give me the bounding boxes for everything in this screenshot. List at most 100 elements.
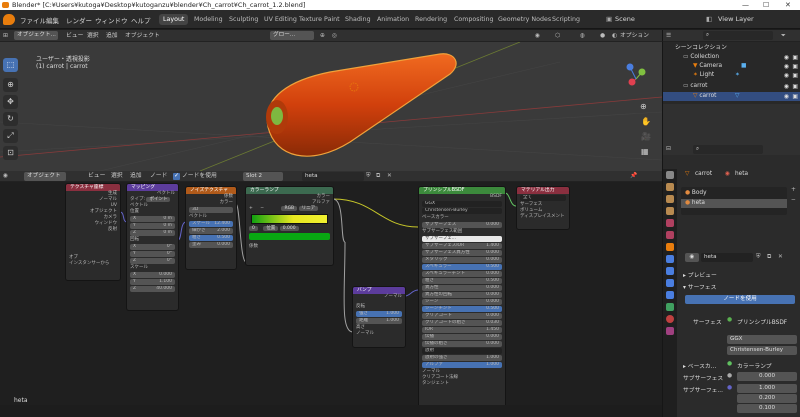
bsdf-input-row[interactable]: シーンチント 0.500 — [422, 306, 502, 312]
noise-detail-field[interactable]: 細かさ 2.000 — [189, 228, 233, 234]
tab-rendering[interactable]: Rendering — [411, 14, 451, 25]
node-object-dropdown[interactable]: オブジェクト — [24, 172, 66, 181]
pin-icon[interactable]: 📌 — [630, 172, 637, 181]
object-mode-dropdown[interactable]: オブジェクト... — [14, 31, 58, 40]
output-target-dropdown[interactable]: 全て — [520, 195, 566, 201]
preview-panel-toggle[interactable]: ▸ プレビュー — [683, 270, 717, 279]
scene-tab-icon[interactable] — [666, 219, 674, 227]
surface-panel-toggle[interactable]: ▾ サーフェス — [683, 282, 716, 291]
outliner-item-collection[interactable]: ▭ Collection ◉ ▣ — [663, 53, 800, 62]
sss-value-field[interactable]: 0.000 — [737, 372, 797, 381]
add-stop-icon[interactable]: + — [249, 206, 253, 211]
bsdf-input-row[interactable]: スペキュラーチント 0.000 — [422, 271, 502, 277]
close-button[interactable]: ✕ — [785, 0, 791, 10]
surface-shader-value[interactable]: プリンシプルBSDF — [737, 317, 787, 326]
ramp-position-label[interactable]: 位置 — [263, 226, 279, 231]
outliner-search-input[interactable]: ⌕ — [703, 31, 773, 40]
render-icon[interactable]: ▣ — [792, 92, 798, 101]
bsdf-input-row[interactable]: クリアコート 0.000 — [422, 313, 502, 319]
noise-distortion-field[interactable]: 歪み 0.000 — [189, 242, 233, 248]
bsdf-input-row[interactable]: シーン 0.000 — [422, 299, 502, 305]
modifier-tab-icon[interactable] — [666, 255, 674, 263]
mapping-scale-y[interactable]: Y 1.100 — [130, 279, 175, 285]
sss-method-dropdown[interactable]: Christensen-Burley — [727, 346, 797, 355]
tab-texture-paint[interactable]: Texture Paint — [295, 14, 344, 25]
menu-render[interactable]: レンダー — [66, 15, 92, 25]
world-tab-icon[interactable] — [666, 231, 674, 239]
sss-range-z-field[interactable]: 0.100 — [737, 404, 797, 413]
view-layer-tab-icon[interactable] — [666, 207, 674, 215]
ortho-toggle-icon[interactable]: ▦ — [641, 147, 649, 156]
bump-invert-checkbox[interactable]: 反転 — [353, 304, 405, 310]
tab-modeling[interactable]: Modeling — [190, 14, 227, 25]
bsdf-input-row[interactable]: スペキュラー 0.500 — [422, 264, 502, 270]
ramp-gradient-bar[interactable] — [251, 214, 328, 224]
noise-scale-field[interactable]: スケール 12.400 — [189, 221, 233, 227]
node-menu-node[interactable]: ノード — [150, 172, 167, 181]
minimize-button[interactable]: — — [742, 0, 749, 10]
remove-slot-icon[interactable]: − — [791, 197, 796, 203]
outliner-item-camera[interactable]: ▼ Camera ■ ◉ ▣ — [663, 62, 800, 71]
unlink-icon[interactable]: ✕ — [778, 254, 783, 260]
scale-tool-icon[interactable]: ⤢ — [3, 129, 18, 143]
bsdf-input-row[interactable]: サブサーフェ... — [422, 236, 502, 242]
menu-edit[interactable]: 編集 — [46, 15, 59, 25]
properties-type-icon[interactable]: ⊟ — [666, 145, 671, 154]
bsdf-input-row[interactable]: メタリック 0.000 — [422, 257, 502, 263]
bsdf-input-row[interactable]: サブサーフェスIOR 1.400 — [422, 243, 502, 249]
material-name-field[interactable]: heta — [302, 172, 364, 181]
node-material-output[interactable]: マテリアル出力 全て サーフェス ボリューム ディスプレイスメント — [516, 186, 570, 230]
options-dropdown[interactable]: オプション — [620, 32, 649, 41]
outliner-scene-collection[interactable]: シーンコレクション — [663, 44, 800, 53]
viewport-menu-add[interactable]: 追加 — [106, 32, 118, 41]
browse-material-icon[interactable]: ◉ — [685, 253, 699, 262]
mapping-scale-z[interactable]: Z 40.000 — [130, 286, 175, 292]
bump-distance-field[interactable]: 距離 1.000 — [356, 318, 402, 324]
fake-user-icon[interactable]: ⛨ — [366, 172, 370, 181]
tab-compositing[interactable]: Compositing — [450, 14, 497, 25]
node-texture-coordinate[interactable]: テクスチャ座標 生成 ノーマル UV オブジェクト カメラ ウィンドウ 反射 オ… — [65, 183, 121, 281]
use-nodes-checkbox[interactable]: ✓ — [173, 173, 180, 180]
bsdf-input-row[interactable]: IOR 1.450 — [422, 327, 502, 333]
render-icon[interactable]: ▣ — [792, 82, 798, 91]
outliner-item-carrot-object[interactable]: ▽ carrot ▽ ◉ ▣ — [663, 92, 800, 101]
rotate-tool-icon[interactable]: ↻ — [3, 112, 18, 126]
ramp-color-mode-dropdown[interactable]: RGB — [281, 206, 298, 211]
bsdf-input-row[interactable]: クリアコートの粗さ 0.030 — [422, 320, 502, 326]
eye-icon[interactable]: ◉ — [784, 82, 789, 91]
bsdf-input-row[interactable]: 異方性の回転 0.000 — [422, 292, 502, 298]
tab-scripting[interactable]: Scripting — [548, 14, 584, 25]
node-editor-canvas[interactable]: テクスチャ座標 生成 ノーマル UV オブジェクト カメラ ウィンドウ 反射 オ… — [0, 182, 662, 417]
render-icon[interactable]: ▣ — [792, 62, 798, 71]
transform-orientation-dropdown[interactable]: グロー... — [270, 31, 314, 40]
texture-tab-icon[interactable] — [666, 327, 674, 335]
node-menu-view[interactable]: ビュー — [88, 172, 105, 181]
menu-file[interactable]: ファイル — [20, 15, 46, 25]
use-nodes-button[interactable]: ノードを使用 — [685, 295, 795, 304]
shading-material-icon[interactable]: ◐ — [612, 32, 617, 41]
duplicate-icon[interactable]: ⧉ — [767, 254, 771, 261]
object-tab-icon[interactable] — [666, 243, 674, 251]
duplicate-material-icon[interactable]: ⧉ — [376, 172, 380, 181]
particles-tab-icon[interactable] — [666, 267, 674, 275]
snap-icon[interactable]: ⊕ — [320, 32, 325, 41]
ramp-stop-color[interactable] — [249, 233, 330, 240]
viewport-menu-object[interactable]: オブジェクト — [125, 32, 160, 41]
material-tab-icon[interactable] — [666, 315, 674, 323]
render-icon[interactable]: ▣ — [792, 71, 798, 80]
sss-range-x-field[interactable]: 1.000 — [737, 384, 797, 393]
bsdf-input-row[interactable]: 伝播の粗さ 0.000 — [422, 341, 502, 347]
material-slot-dropdown[interactable]: Slot 2 — [243, 172, 283, 181]
eye-icon[interactable]: ◉ — [784, 92, 789, 101]
mapping-rot-y[interactable]: Y 0° — [130, 251, 175, 257]
mapping-rot-z[interactable]: Z 0° — [130, 258, 175, 264]
add-slot-icon[interactable]: + — [791, 187, 796, 193]
bsdf-input-row[interactable]: 放射の強さ 1.000 — [422, 355, 502, 361]
node-editor-type-icon[interactable]: ◉ — [3, 172, 8, 181]
bsdf-input-row[interactable]: 伝播 0.000 — [422, 334, 502, 340]
slot-body[interactable]: ● Body — [681, 189, 787, 198]
data-tab-icon[interactable] — [666, 303, 674, 311]
ramp-position-value[interactable]: 0.000 — [279, 226, 299, 231]
mapping-loc-x[interactable]: X0 m — [130, 216, 175, 222]
output-tab-icon[interactable] — [666, 195, 674, 203]
